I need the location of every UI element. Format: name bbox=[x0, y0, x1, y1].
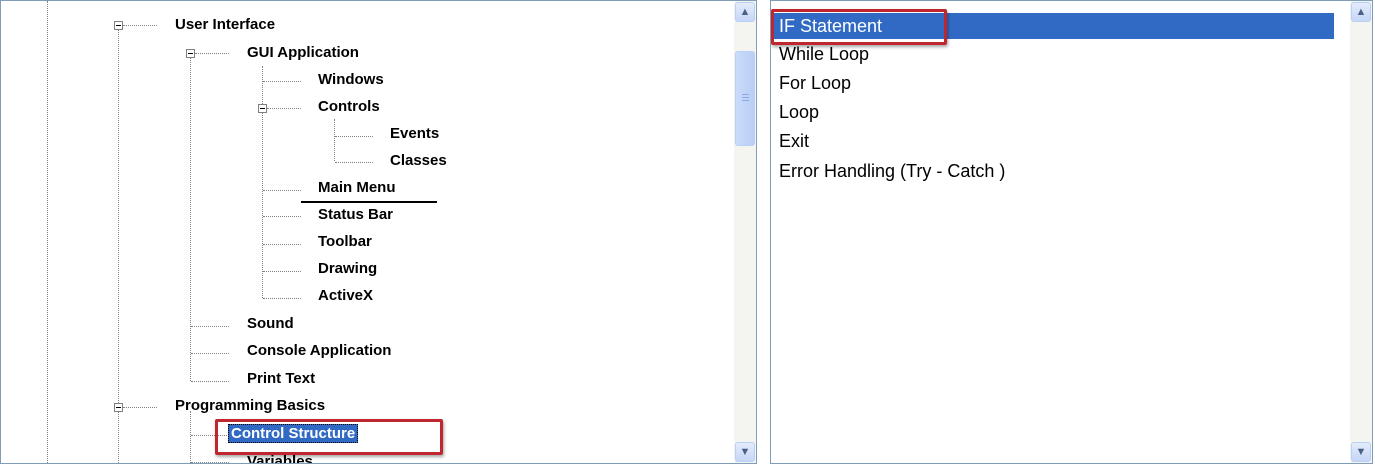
tree-item-controls[interactable]: Controls bbox=[316, 96, 382, 118]
tree-item-label: Variables bbox=[247, 453, 313, 464]
tree-guide-line bbox=[118, 29, 119, 463]
thumb-grip bbox=[742, 100, 749, 101]
tree-scrollbar[interactable]: ▲ ▼ bbox=[734, 1, 756, 463]
tree-item-label-selected: Control Structure bbox=[228, 424, 359, 443]
tree-item-label: Events bbox=[390, 125, 440, 142]
tree-connector bbox=[123, 407, 157, 408]
tree-item-main-menu[interactable]: Main Menu bbox=[316, 177, 398, 199]
scroll-up-arrow-icon[interactable]: ▲ bbox=[735, 2, 755, 22]
tree-item-print-text[interactable]: Print Text bbox=[245, 368, 317, 390]
tree-item-label: Status Bar bbox=[318, 206, 394, 223]
tree-item-classes[interactable]: Classes bbox=[388, 150, 449, 172]
tree-item-variables[interactable]: Variables bbox=[245, 451, 315, 464]
tree-guide-line bbox=[262, 66, 263, 298]
tree-connector bbox=[263, 271, 301, 272]
tree-item-status-bar[interactable]: Status Bar bbox=[316, 204, 395, 226]
tree-connector bbox=[335, 162, 373, 163]
tree-guide-line bbox=[190, 411, 191, 463]
thumb-grip bbox=[742, 97, 749, 98]
tree-item-activex[interactable]: ActiveX bbox=[316, 285, 375, 307]
thumb-grip bbox=[742, 94, 749, 95]
list-item-if-statement[interactable]: IF Statement bbox=[773, 13, 1334, 39]
tree-view[interactable]: User Interface GUI Application Windows C… bbox=[0, 0, 757, 464]
tree-item-label: Classes bbox=[390, 152, 447, 169]
tree-connector bbox=[195, 53, 229, 54]
list-item-exit[interactable]: Exit bbox=[773, 128, 809, 154]
tree-item-console-application[interactable]: Console Application bbox=[245, 340, 393, 362]
tree-guide-line bbox=[190, 56, 191, 381]
collapse-minus-icon[interactable] bbox=[114, 21, 123, 30]
tree-item-windows[interactable]: Windows bbox=[316, 69, 386, 91]
tree-item-sound[interactable]: Sound bbox=[245, 313, 296, 335]
tree-connector bbox=[191, 381, 229, 382]
tree-connector bbox=[191, 326, 229, 327]
list-item-for-loop[interactable]: For Loop bbox=[773, 70, 851, 96]
tree-item-label: Sound bbox=[247, 315, 294, 332]
collapse-minus-icon[interactable] bbox=[258, 104, 267, 113]
tree-item-control-structure[interactable]: Control Structure bbox=[228, 423, 359, 447]
tree-item-label: ActiveX bbox=[318, 287, 374, 304]
list-item-while-loop[interactable]: While Loop bbox=[773, 41, 869, 67]
drop-target-underline bbox=[301, 201, 437, 203]
collapse-minus-icon[interactable] bbox=[186, 49, 195, 58]
tree-item-events[interactable]: Events bbox=[388, 123, 441, 145]
tree-connector bbox=[191, 462, 229, 463]
tree-connector bbox=[123, 25, 157, 26]
tree-item-drawing[interactable]: Drawing bbox=[316, 258, 379, 280]
tree-item-label: Toolbar bbox=[318, 233, 372, 250]
tree-connector bbox=[263, 298, 301, 299]
tree-connector bbox=[263, 81, 301, 82]
tree-item-label: Controls bbox=[318, 98, 380, 115]
list-item-loop[interactable]: Loop bbox=[773, 99, 819, 125]
tree-item-toolbar[interactable]: Toolbar bbox=[316, 231, 374, 253]
tree-item-label: Print Text bbox=[247, 370, 316, 387]
tree-item-label: Windows bbox=[318, 71, 384, 88]
tree-item-programming-basics[interactable]: Programming Basics bbox=[173, 395, 327, 417]
list-scrollbar[interactable]: ▲ ▼ bbox=[1350, 1, 1372, 463]
tree-connector bbox=[263, 244, 301, 245]
tree-guide-line bbox=[334, 119, 335, 161]
tree-item-label: Programming Basics bbox=[175, 397, 326, 414]
tree-item-label: Drawing bbox=[318, 260, 378, 277]
tree-item-gui-application[interactable]: GUI Application bbox=[245, 42, 361, 64]
tree-item-label: Main Menu bbox=[318, 179, 396, 196]
scrollbar-thumb[interactable] bbox=[735, 51, 755, 146]
list-item-error-handling[interactable]: Error Handling (Try - Catch ) bbox=[773, 158, 1005, 184]
tree-connector bbox=[191, 353, 229, 354]
scroll-up-arrow-icon[interactable]: ▲ bbox=[1351, 2, 1371, 22]
tree-connector bbox=[335, 136, 373, 137]
scroll-down-arrow-icon[interactable]: ▼ bbox=[735, 442, 755, 462]
tree-item-label: Console Application bbox=[247, 342, 392, 359]
tree-item-label: User Interface bbox=[175, 16, 276, 33]
tree-item-user-interface[interactable]: User Interface bbox=[173, 14, 277, 36]
tree-connector bbox=[263, 190, 301, 191]
list-box[interactable]: IF Statement While Loop For Loop Loop Ex… bbox=[770, 0, 1373, 464]
tree-item-label: GUI Application bbox=[247, 44, 359, 61]
collapse-minus-icon[interactable] bbox=[114, 403, 123, 412]
tree-connector bbox=[191, 435, 229, 436]
tree-connector bbox=[263, 216, 301, 217]
tree-connector bbox=[267, 108, 301, 109]
scroll-down-arrow-icon[interactable]: ▼ bbox=[1351, 442, 1371, 462]
tree-guide-line bbox=[47, 1, 48, 463]
